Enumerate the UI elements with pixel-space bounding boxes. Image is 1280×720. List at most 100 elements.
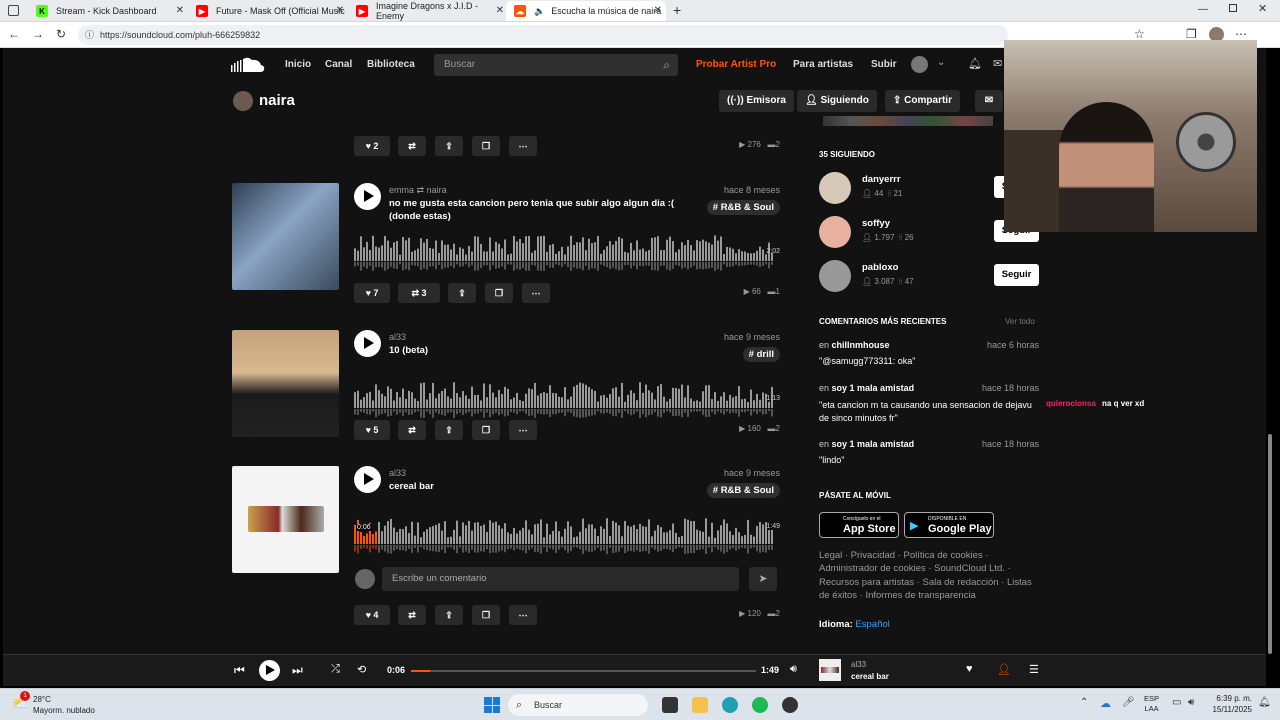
more-button[interactable]: ⋯ xyxy=(509,605,537,625)
close-icon[interactable]: ✕ xyxy=(654,5,662,16)
taskbar-search[interactable]: ⌕ Buscar xyxy=(508,694,648,716)
repost-button[interactable]: ⇄ xyxy=(398,420,426,440)
footer-links[interactable]: Legal · Privacidad · Política de cookies… xyxy=(819,549,1034,603)
track-artwork[interactable] xyxy=(232,330,339,437)
new-tab-button[interactable]: + xyxy=(673,2,681,18)
scrollbar[interactable] xyxy=(1268,434,1272,654)
google-play-badge[interactable]: ▶ DISPONIBLE EN Google Play xyxy=(904,512,994,538)
language-selector[interactable]: Idioma: Español xyxy=(819,619,890,630)
forward-icon[interactable]: → xyxy=(32,27,44,41)
track-title[interactable]: 10 (beta) xyxy=(389,344,679,357)
profile-avatar[interactable] xyxy=(233,91,253,111)
back-icon[interactable]: ← xyxy=(8,27,20,41)
share-button[interactable]: ⇪ xyxy=(435,420,463,440)
reposter-name[interactable]: naira xyxy=(427,185,447,195)
onedrive-icon[interactable]: ☁ xyxy=(1100,697,1111,710)
close-window-icon[interactable]: ✕ xyxy=(1258,2,1267,15)
notifications-icon[interactable]: 🔔︎ xyxy=(968,57,982,70)
play-button[interactable] xyxy=(354,466,381,493)
following-header[interactable]: 35 SIGUIENDO xyxy=(819,150,875,159)
volume-icon[interactable]: 🔊︎ xyxy=(790,663,797,676)
user-name[interactable]: pabloxo xyxy=(862,262,898,273)
track-artist[interactable]: al33 xyxy=(389,332,406,342)
waveform[interactable] xyxy=(354,233,774,273)
tab-enemy[interactable]: ▶ Imagine Dragons x J.I.D - Enemy ✕ xyxy=(348,1,508,21)
shuffle-icon[interactable]: ⤮ xyxy=(331,663,340,676)
network-icon[interactable]: ▭ xyxy=(1172,697,1181,708)
track-artist[interactable]: emma ⇄ naira xyxy=(389,185,447,196)
search-input[interactable]: Buscar ⌕ xyxy=(434,54,678,76)
share-button[interactable]: ⇪ xyxy=(435,605,463,625)
repost-button[interactable]: ⇄ xyxy=(398,605,426,625)
chevron-down-icon[interactable]: ⌄ xyxy=(937,57,945,68)
language-value[interactable]: Español xyxy=(855,619,889,630)
copy-link-button[interactable]: ❐ xyxy=(472,605,500,625)
play-button[interactable] xyxy=(354,330,381,357)
following-button[interactable]: 👤︎ Siguiendo xyxy=(797,90,877,112)
more-button[interactable]: ⋯ xyxy=(509,420,537,440)
share-button[interactable]: ⇪ xyxy=(448,283,476,303)
menu-icon[interactable]: ⋯ xyxy=(1235,27,1247,41)
station-button[interactable]: ((·)) Emisora xyxy=(719,90,794,112)
upload-link[interactable]: Subir xyxy=(871,59,897,70)
copy-link-button[interactable]: ❐ xyxy=(485,283,513,303)
track-title[interactable]: no me gusta esta cancion pero tenia que … xyxy=(389,197,679,223)
comment-input[interactable]: Escribe un comentario xyxy=(382,567,739,591)
like-heart-icon[interactable]: ♥ xyxy=(966,663,973,675)
maximize-icon[interactable] xyxy=(1229,4,1237,12)
url-field[interactable]: ⓘ https://soundcloud.com/pluh-666259832 xyxy=(78,25,1008,45)
repost-button[interactable]: ⇄ 3 xyxy=(398,283,440,303)
nav-feed[interactable]: Canal xyxy=(325,59,352,70)
now-playing-artist[interactable]: al33 xyxy=(851,660,866,669)
genre-tag[interactable]: # R&B & Soul xyxy=(706,200,780,215)
repost-button[interactable]: ⇄ xyxy=(398,136,426,156)
close-icon[interactable]: ✕ xyxy=(176,5,184,16)
play-pause-button[interactable] xyxy=(259,660,280,681)
previous-icon[interactable]: ⏮ xyxy=(234,663,245,678)
tab-mask-off[interactable]: ▶ Future - Mask Off (Official Music ✕ xyxy=(188,1,348,21)
for-artists-link[interactable]: Para artistas xyxy=(793,59,853,70)
copy-link-button[interactable]: ❐ xyxy=(472,420,500,440)
artist-name[interactable]: emma xyxy=(389,185,414,195)
like-button[interactable]: ♥ 4 xyxy=(354,605,390,625)
spotify-icon[interactable] xyxy=(752,697,768,713)
search-icon[interactable]: ⌕ xyxy=(663,54,670,76)
close-icon[interactable]: ✕ xyxy=(496,5,504,16)
user-name[interactable]: danyerrr xyxy=(862,174,901,185)
genre-tag[interactable]: # drill xyxy=(742,347,780,362)
waveform[interactable] xyxy=(354,516,774,556)
app-store-badge[interactable]: Consíguelo en el App Store xyxy=(819,512,899,538)
file-explorer-icon[interactable] xyxy=(692,697,708,713)
task-view-icon[interactable] xyxy=(662,697,678,713)
windows-start-icon[interactable] xyxy=(484,697,500,713)
track-artwork[interactable] xyxy=(232,466,339,573)
play-button[interactable] xyxy=(354,183,381,210)
progress-bar[interactable] xyxy=(411,670,756,672)
soundcloud-logo-icon[interactable] xyxy=(231,56,265,73)
favorite-icon[interactable]: ☆ xyxy=(1134,27,1145,41)
next-icon[interactable]: ⏭ xyxy=(292,663,303,678)
follow-user-icon[interactable]: 👤︎ xyxy=(997,663,1011,676)
follow-button[interactable]: Seguir xyxy=(994,264,1039,286)
now-playing-artwork[interactable] xyxy=(819,659,841,681)
waveform[interactable] xyxy=(354,380,774,420)
message-button[interactable]: ✉ xyxy=(975,90,1003,112)
comment-track[interactable]: chillnmhouse xyxy=(832,340,890,350)
like-button[interactable]: ♥ 5 xyxy=(354,420,390,440)
genre-tag[interactable]: # R&B & Soul xyxy=(706,483,780,498)
share-button[interactable]: ⇪ xyxy=(435,136,463,156)
user-avatar[interactable] xyxy=(819,216,851,248)
user-avatar[interactable] xyxy=(819,172,851,204)
user-avatar[interactable] xyxy=(911,56,928,73)
nav-library[interactable]: Biblioteca xyxy=(367,59,415,70)
copy-link-button[interactable]: ❐ xyxy=(472,136,500,156)
comment-track[interactable]: soy 1 mala amistad xyxy=(832,383,915,393)
share-button[interactable]: ⇪ Compartir xyxy=(885,90,960,112)
send-icon[interactable]: ➤ xyxy=(749,567,777,591)
queue-icon[interactable]: ☰ xyxy=(1029,663,1039,676)
now-playing-title[interactable]: cereal bar xyxy=(851,672,889,681)
track-title[interactable]: cereal bar xyxy=(389,480,679,493)
obs-icon[interactable] xyxy=(782,697,798,713)
close-icon[interactable]: ✕ xyxy=(336,5,344,16)
track-artist[interactable]: al33 xyxy=(389,468,406,478)
